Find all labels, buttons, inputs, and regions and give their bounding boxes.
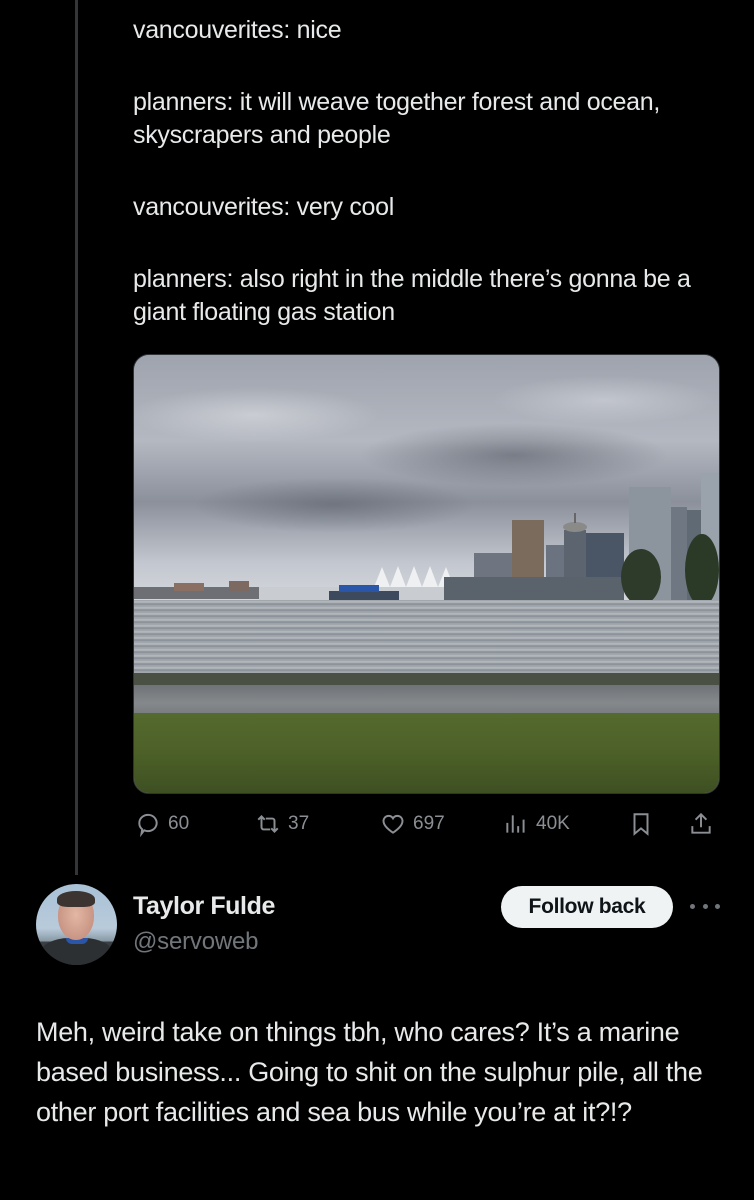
tweet-paragraph: vancouverites: very cool [133,193,394,221]
heart-icon [382,814,404,834]
like-button[interactable]: 697 [380,808,445,840]
author-name[interactable]: Taylor Fulde [133,892,275,921]
share-upload-icon [691,812,711,834]
tweet-photo[interactable] [133,354,720,794]
photo-grass [134,713,719,793]
avatar-hair [57,891,95,907]
photo-water [134,600,719,675]
views-button[interactable]: 40K [503,808,570,840]
repost-button[interactable]: 37 [255,808,309,840]
share-button[interactable] [688,808,714,840]
reply-bubble-icon [138,813,158,837]
photo-path [134,685,719,715]
thread-connector-line [75,0,78,875]
bookmark-button[interactable] [628,808,654,840]
tweet-action-bar: 60 37 697 40K [133,808,718,840]
follow-back-button[interactable]: Follow back [501,886,673,928]
more-options-button[interactable] [690,895,720,917]
more-horizontal-icon [690,903,695,909]
tweet-paragraph: vancouverites: nice [133,16,342,44]
reply-tweet-text: Meh, weird take on things tbh, who cares… [36,1017,703,1127]
photo-skyline [134,473,719,605]
more-horizontal-icon [715,903,720,909]
reply-button[interactable]: 60 [135,808,189,840]
tweet-paragraph: planners: also right in the middle there… [133,265,691,326]
avatar[interactable] [36,884,117,965]
views-count: 40K [536,813,570,834]
reply-count: 60 [168,813,190,834]
author-handle[interactable]: @servoweb [133,928,258,956]
views-bar-chart-icon [506,815,525,833]
repost-icon [257,815,279,833]
bookmark-icon [633,813,649,836]
parent-tweet-text: vancouverites: nice planners: it will we… [133,14,733,329]
repost-count: 37 [288,813,310,834]
tweet-paragraph: planners: it will weave together forest … [133,88,660,149]
more-horizontal-icon [702,903,708,909]
like-count: 697 [413,813,445,834]
photo-seawall [134,673,719,685]
